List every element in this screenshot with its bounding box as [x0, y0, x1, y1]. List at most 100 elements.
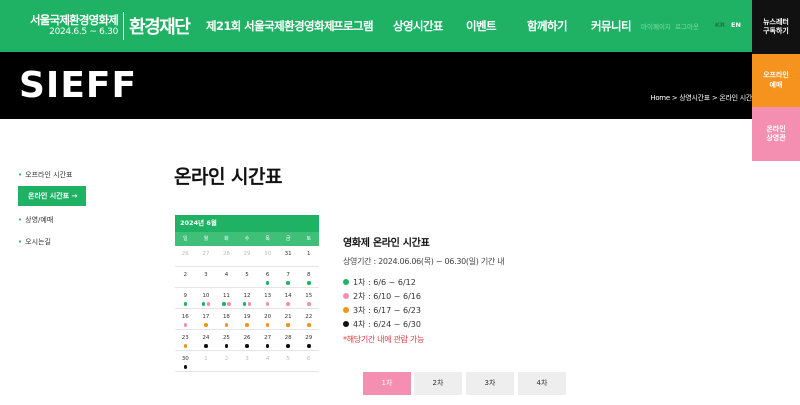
lang-kr[interactable]: KR — [715, 21, 725, 29]
calendar-day-number: 29 — [305, 335, 313, 341]
calendar-day: 29 — [298, 330, 319, 350]
calendar-day: 6 — [298, 351, 319, 371]
nav-item-community[interactable]: 커뮤니티 — [591, 18, 632, 34]
calendar-day: 28 — [216, 246, 237, 266]
calendar-day-number: 20 — [264, 314, 272, 320]
calendar-day-markers — [298, 281, 319, 285]
calendar-day-number: 10 — [202, 293, 210, 299]
calendar-day-markers — [216, 323, 237, 327]
round-marker-dot-icon — [286, 281, 290, 285]
calendar-day: 24 — [196, 330, 217, 350]
calendar-day: 31 — [278, 246, 299, 266]
calendar-day-number: 6 — [307, 356, 311, 362]
calendar-day-number: 17 — [202, 314, 210, 320]
tab-round-2[interactable]: 2차 — [414, 372, 462, 395]
calendar-day-number: 6 — [265, 272, 270, 278]
round-dot-icon — [343, 279, 349, 285]
online-theater-button[interactable]: 온라인 상영관 — [752, 107, 800, 161]
calendar-day-number: 14 — [284, 293, 292, 299]
logo-festival-dates: 2024.6.5 ~ 6.30 — [49, 27, 119, 38]
calendar-day-markers — [257, 344, 278, 348]
side-menu-online-schedule[interactable]: 온라인 시간표 → — [18, 186, 86, 206]
calendar-day: 20 — [257, 309, 278, 329]
lang-en[interactable]: EN — [731, 21, 741, 29]
calendar-day: 1 — [298, 246, 319, 266]
site-logo[interactable]: 서울국제환경영화제 2024.6.5 ~ 6.30 환경재단 — [30, 9, 191, 43]
calendar-day: 9 — [175, 288, 196, 308]
round-marker-dot-icon — [265, 281, 270, 285]
top-header: 서울국제환경영화제 2024.6.5 ~ 6.30 환경재단 제21회 서울국제… — [0, 0, 800, 52]
breadcrumb: Home > 상영시간표 > 온라인 시간 — [650, 94, 752, 102]
newsletter-subscribe-button[interactable]: 뉴스레터 구독하기 — [752, 0, 800, 54]
calendar-day-markers — [196, 344, 217, 348]
tab-round-4[interactable]: 4차 — [518, 372, 566, 395]
side-menu-screening-booking[interactable]: • 상영/예매 — [18, 215, 53, 225]
calendar-week-row: 16 17 18 19 20 21 22 — [175, 309, 319, 330]
banner-title: SIEFF — [19, 65, 138, 106]
calendar-week-row: 9 10 11 12 13 14 15 — [175, 288, 319, 309]
round-marker-dot-icon — [227, 302, 231, 306]
calendar-day: 23 — [175, 330, 196, 350]
calendar-day: 10 — [196, 288, 217, 308]
calendar-day-number: 24 — [202, 335, 210, 341]
calendar-day-number: 4 — [265, 356, 270, 362]
calendar-day-markers — [257, 323, 278, 327]
logout-link[interactable]: 로그아웃 — [675, 21, 699, 31]
round-legend-item: 1차 : 6/6 ~ 6/12 — [343, 277, 416, 288]
round-marker-dot-icon — [247, 302, 252, 306]
mypage-link[interactable]: 마이페이지 — [641, 21, 671, 31]
calendar-day-markers — [237, 344, 258, 348]
calendar-day: 15 — [298, 288, 319, 308]
logo-festival-name: 서울국제환경영화제 — [30, 13, 119, 28]
calendar-week-row: 30 1 2 3 4 5 6 — [175, 351, 319, 372]
round-marker-dot-icon — [204, 344, 208, 348]
tab-round-3[interactable]: 3차 — [466, 372, 514, 395]
calendar-day-number: 27 — [202, 251, 210, 257]
round-marker-dot-icon — [242, 302, 247, 306]
calendar-day-number: 8 — [307, 272, 311, 278]
round-dot-icon — [343, 307, 349, 313]
calendar-day-number: 4 — [224, 272, 229, 278]
nav-item-festival[interactable]: 제21회 서울국제환경영화제 — [206, 18, 335, 34]
round-marker-dot-icon — [206, 302, 211, 306]
calendar-day-markers — [278, 281, 299, 285]
round-marker-dot-icon — [307, 344, 311, 348]
calendar-day: 2 — [216, 351, 237, 371]
logo-divider — [123, 12, 125, 40]
side-menu-directions[interactable]: • 오시는길 — [18, 237, 51, 247]
calendar-day: 27 — [257, 330, 278, 350]
round-marker-dot-icon — [183, 344, 188, 348]
round-marker-dot-icon — [183, 323, 188, 327]
round-marker-dot-icon — [265, 302, 270, 306]
calendar-day-markers — [175, 344, 196, 348]
round-marker-dot-icon — [183, 365, 188, 369]
calendar-day-number: 2 — [183, 272, 188, 278]
calendar-week-row: 2 3 4 5 6 7 8 — [175, 267, 319, 288]
calendar-day-number: 1 — [204, 356, 208, 362]
calendar-day: 19 — [237, 309, 258, 329]
nav-item-schedule[interactable]: 상영시간표 — [393, 18, 444, 34]
calendar-day: 22 — [298, 309, 319, 329]
calendar-day-markers — [196, 302, 217, 306]
calendar-day-number: 23 — [181, 335, 189, 341]
calendar-month-label: 2024년 6월 — [175, 215, 319, 232]
tab-round-1[interactable]: 1차 — [363, 372, 411, 395]
calendar-day-number: 9 — [183, 293, 188, 299]
calendar-day-number: 5 — [286, 356, 290, 362]
calendar-day-number: 28 — [222, 251, 230, 257]
nav-item-together[interactable]: 함께하기 — [527, 18, 568, 34]
offline-booking-button[interactable]: 오프라인 예매 — [752, 54, 800, 107]
calendar-day: 18 — [216, 309, 237, 329]
round-marker-dot-icon — [265, 344, 270, 348]
round-marker-dot-icon — [307, 302, 311, 306]
calendar-day-number: 18 — [222, 314, 230, 320]
calendar-day-number: 2 — [224, 356, 229, 362]
round-marker-dot-icon — [307, 281, 311, 285]
nav-item-event[interactable]: 이벤트 — [466, 18, 497, 34]
calendar-day: 14 — [278, 288, 299, 308]
nav-item-program[interactable]: 프로그램 — [333, 18, 374, 34]
calendar-day-number: 3 — [245, 356, 249, 362]
side-menu-offline-schedule[interactable]: • 오프라인 시간표 — [18, 170, 72, 180]
round-marker-dot-icon — [265, 323, 270, 327]
calendar-day: 4 — [216, 267, 237, 287]
